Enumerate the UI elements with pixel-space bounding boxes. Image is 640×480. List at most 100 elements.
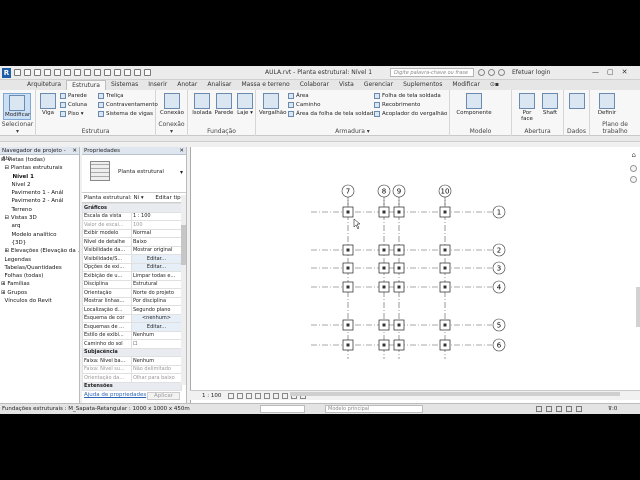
tab-analisar[interactable]: Analisar: [202, 80, 236, 90]
wall-button[interactable]: Parede: [60, 93, 87, 99]
prop-value[interactable]: Normal: [130, 228, 183, 238]
brace-button[interactable]: Contraventamento: [98, 102, 158, 108]
section-graficos[interactable]: Gráficos: [82, 203, 182, 213]
prop-value[interactable]: Por disciplina: [130, 296, 183, 306]
select-underlay-icon[interactable]: [546, 406, 552, 412]
app-logo[interactable]: R: [2, 68, 11, 78]
section-subjacencia[interactable]: Subjacência: [82, 347, 182, 357]
footing[interactable]: [393, 319, 405, 331]
thin-lines-icon[interactable]: [124, 69, 131, 76]
prop-value[interactable]: Limpar todas e...: [130, 271, 183, 281]
shaft-button[interactable]: Shaft: [539, 93, 561, 116]
login-link[interactable]: Efetuar login: [512, 69, 550, 76]
beam-button[interactable]: Viga: [39, 93, 57, 116]
tab-modificar[interactable]: Modificar: [447, 80, 485, 90]
section-extensoes[interactable]: Extensões: [82, 381, 182, 391]
tree-item-familias[interactable]: ⊞ Famílias: [1, 280, 79, 288]
cover-button[interactable]: Recobrimento: [374, 102, 420, 108]
properties-scrollbar[interactable]: [181, 195, 186, 385]
drag-elements-icon[interactable]: [576, 406, 582, 412]
undo-icon[interactable]: [44, 69, 51, 76]
prop-value[interactable]: Segundo plano: [130, 305, 183, 315]
minimize-button[interactable]: —: [592, 68, 599, 76]
tab-gerenciar[interactable]: Gerenciar: [359, 80, 398, 90]
tree-item-terreno[interactable]: Terreno: [1, 206, 79, 214]
temporary-hide-icon[interactable]: [282, 393, 288, 399]
prop-value[interactable]: Norte do projeto: [130, 288, 183, 298]
close-icon[interactable]: ✕: [72, 147, 77, 155]
tab-vista[interactable]: Vista: [334, 80, 359, 90]
coupler-button[interactable]: Acoplador do vergalhão: [374, 111, 447, 117]
grid-bubble-8[interactable]: 8: [377, 184, 391, 205]
tree-item-folhas[interactable]: Folhas (todas): [1, 272, 79, 280]
close-icon[interactable]: ✕: [179, 147, 184, 155]
prop-value[interactable]: Nenhum: [130, 330, 183, 340]
apply-button[interactable]: Aplicar: [147, 392, 180, 400]
footing[interactable]: [378, 281, 390, 293]
footing[interactable]: [342, 281, 354, 293]
measure-icon[interactable]: [74, 69, 81, 76]
properties-help-link[interactable]: Ajuda de propriedades: [84, 392, 146, 398]
visual-style-icon[interactable]: [237, 393, 243, 399]
type-selector[interactable]: Planta estrutural ▾: [82, 155, 186, 193]
tree-item-vistas-3d[interactable]: ⊟ Vistas 3D: [1, 214, 79, 222]
level-button[interactable]: [568, 93, 586, 110]
sync-icon[interactable]: [34, 69, 41, 76]
prop-value[interactable]: Mostrar original: [130, 245, 183, 255]
grid-bubble-7[interactable]: 7: [341, 184, 355, 205]
grid-bubble-6[interactable]: 6: [492, 338, 506, 352]
workset-selector[interactable]: [260, 405, 305, 413]
grid-bubble-5[interactable]: 5: [492, 318, 506, 332]
select-by-face-icon[interactable]: [566, 406, 572, 412]
component-button[interactable]: Componente: [456, 93, 492, 116]
tree-item-modelo-analitico[interactable]: Modelo analítico: [1, 231, 79, 239]
footing[interactable]: [378, 244, 390, 256]
tree-item-arq[interactable]: arq: [1, 222, 79, 230]
area-rebar-button[interactable]: Área: [288, 93, 309, 99]
prop-value[interactable]: Baixo: [130, 237, 183, 247]
connection-button[interactable]: Conexão: [160, 93, 184, 116]
view-scale[interactable]: 1 : 100: [202, 391, 221, 401]
vertical-scrollbar[interactable]: [636, 287, 640, 327]
grid-bubble-3[interactable]: 3: [492, 261, 506, 275]
footing[interactable]: [342, 262, 354, 274]
footing[interactable]: [393, 262, 405, 274]
print-icon[interactable]: [64, 69, 71, 76]
redo-icon[interactable]: [54, 69, 61, 76]
instance-filter[interactable]: Planta estrutural: Ní ▾ Editar tipo: [82, 193, 186, 203]
tree-item-elevacoes[interactable]: ⊞ Elevações (Elevação da ...: [1, 247, 79, 255]
grid-bubble-2[interactable]: 2: [492, 243, 506, 257]
slab-foundation-button[interactable]: Laje ▾: [236, 93, 254, 116]
footing[interactable]: [439, 262, 451, 274]
footing[interactable]: [439, 206, 451, 218]
path-rebar-button[interactable]: Caminho: [288, 102, 320, 108]
tab-inserir[interactable]: Inserir: [143, 80, 172, 90]
tab-anotar[interactable]: Anotar: [172, 80, 202, 90]
footing[interactable]: [342, 339, 354, 351]
text-icon[interactable]: [94, 69, 101, 76]
edit-button[interactable]: Editar...: [130, 322, 183, 332]
selection-filter[interactable]: ⊽:0: [608, 404, 617, 414]
group-label-conexao[interactable]: Conexão ▾: [156, 121, 187, 135]
select-links-icon[interactable]: [536, 406, 542, 412]
set-workplane-button[interactable]: Definir: [594, 93, 620, 116]
tree-item-grupos[interactable]: ⊞ Grupos: [1, 289, 79, 297]
color-scheme-button[interactable]: <nenhum>: [130, 313, 183, 323]
group-label-armadura[interactable]: Armadura ▾: [256, 128, 449, 135]
grid-bubble-9[interactable]: 9: [392, 184, 406, 205]
beam-system-button[interactable]: Sistema de vigas: [98, 111, 153, 117]
viewcube-icon[interactable]: ⌂: [632, 151, 636, 159]
footing[interactable]: [342, 244, 354, 256]
close-button[interactable]: ✕: [622, 68, 628, 76]
sun-path-icon[interactable]: [246, 393, 252, 399]
steering-wheel-icon[interactable]: [630, 165, 637, 172]
zoom-icon[interactable]: [630, 176, 637, 183]
isolated-foundation-button[interactable]: Isolada: [192, 93, 212, 116]
sun-path-checkbox[interactable]: ☐: [130, 339, 183, 349]
footing[interactable]: [439, 281, 451, 293]
rebar-button[interactable]: Vergalhão: [259, 93, 287, 116]
tree-item-vinculos[interactable]: Vínculos do Revit: [1, 297, 79, 305]
tab-extra[interactable]: ⊙▪: [485, 80, 504, 90]
footing[interactable]: [439, 244, 451, 256]
fabric-sheet-button[interactable]: Folha de tela soldada: [374, 93, 441, 99]
